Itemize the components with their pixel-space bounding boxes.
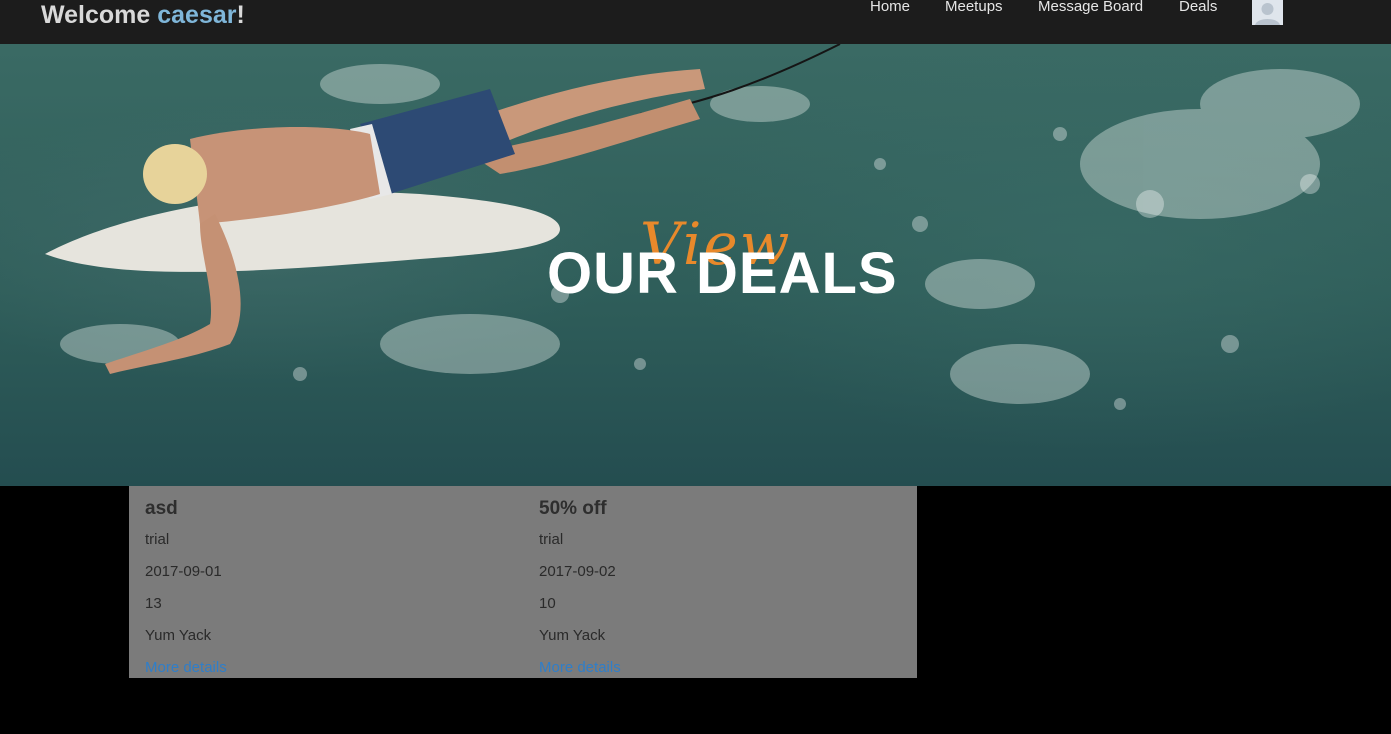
nav-link-deals[interactable]: Deals [1179, 0, 1217, 16]
nav-menu: Home Meetups Message Board Deals [0, 0, 1391, 44]
deal-title: asd [145, 498, 178, 519]
nav-link-message-board[interactable]: Message Board [1038, 0, 1143, 16]
deal-description: trial [539, 531, 564, 548]
deal-date: 2017-09-01 [145, 563, 222, 580]
deal-date: 2017-09-02 [539, 563, 616, 580]
deal-count: 13 [145, 595, 162, 612]
deal-description: trial [145, 531, 170, 548]
hero-title: OUR DEALS [547, 241, 898, 306]
more-details-link[interactable]: More details [539, 659, 621, 676]
nav-link-home[interactable]: Home [870, 0, 910, 16]
deals-panel: asd trial 2017-09-01 13 Yum Yack More de… [129, 486, 917, 678]
more-details-link[interactable]: More details [145, 659, 227, 676]
user-avatar-icon[interactable] [1252, 0, 1283, 25]
deal-count: 10 [539, 595, 556, 612]
deal-title: 50% off [539, 498, 607, 519]
deal-business: Yum Yack [539, 627, 606, 644]
deal-business: Yum Yack [145, 627, 212, 644]
nav-link-meetups[interactable]: Meetups [945, 0, 1003, 16]
top-navbar: Welcome caesar! Home Meetups Message Boa… [0, 0, 1391, 44]
hero-banner: View OUR DEALS [0, 44, 1391, 486]
